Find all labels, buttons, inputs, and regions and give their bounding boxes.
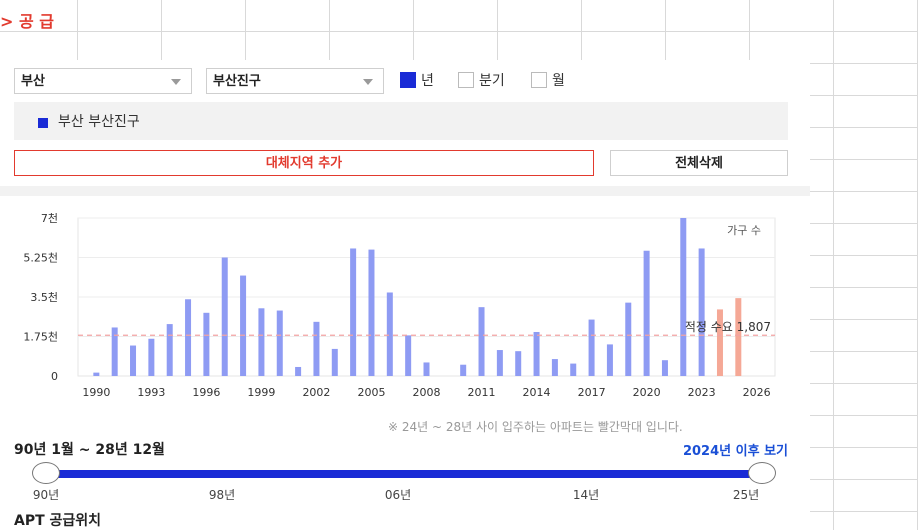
- chart-bar: [313, 321, 320, 376]
- chart-bar: [515, 351, 522, 376]
- after-2024-link[interactable]: 2024년 이후 보기: [683, 440, 788, 459]
- supply-bar-chart: 0 1.75천 3.5천 5.25천 7천 1990 1993 1996 1999 2002 200…: [23, 211, 776, 399]
- range-label: 90년 1월 ~ 28년 12월: [14, 442, 165, 458]
- chart-bar: [130, 345, 137, 376]
- chart-bar: [735, 298, 742, 376]
- chart-bar: [240, 275, 247, 376]
- chart-bar: [258, 308, 265, 376]
- x-tick-label: 2023: [688, 386, 716, 399]
- chart-bar: [185, 299, 192, 376]
- x-tick-label: 1990: [82, 386, 110, 399]
- x-tick-label: 1996: [192, 386, 220, 399]
- legend-label: 부산 부산진구: [58, 114, 140, 130]
- period-quarter-option[interactable]: 분기: [458, 72, 505, 90]
- region-select[interactable]: 부산: [14, 68, 192, 94]
- district-select-value: 부산진구: [213, 74, 261, 89]
- chevron-down-icon: [363, 79, 373, 85]
- x-tick-label: 1999: [247, 386, 275, 399]
- add-region-button[interactable]: 대체지역 추가: [14, 150, 594, 176]
- y-tick-label: 1.75천: [23, 330, 58, 344]
- legend-swatch: [38, 118, 48, 128]
- chart-bar: [276, 310, 283, 376]
- range-slider-track[interactable]: [46, 470, 762, 478]
- period-month-option[interactable]: 월: [531, 72, 565, 90]
- chart-bar: [698, 248, 705, 376]
- chart-bar: [606, 344, 613, 376]
- chart-bar: [478, 307, 485, 376]
- period-year-label: 년: [421, 73, 434, 89]
- chart-bar: [423, 362, 430, 376]
- period-month-label: 월: [552, 73, 565, 89]
- chart-bar: [496, 350, 503, 376]
- chart-bar: [386, 292, 393, 376]
- chart-bar: [93, 372, 100, 376]
- range-slider-start-handle[interactable]: [32, 462, 60, 484]
- chart-bar: [460, 364, 467, 376]
- chart-bar: [203, 312, 210, 376]
- unit-label: 가구 수: [727, 224, 761, 237]
- y-tick-label: 0: [51, 370, 58, 383]
- quarter-checkbox[interactable]: [458, 72, 474, 88]
- slider-tick-label: 06년: [384, 488, 412, 502]
- section-title: > 공 급: [0, 12, 54, 31]
- district-select[interactable]: 부산진구: [206, 68, 384, 94]
- reference-line-label: 적정 수요 1,807: [685, 320, 771, 334]
- slider-tick-label: 98년: [208, 488, 236, 502]
- region-select-value: 부산: [21, 74, 45, 89]
- chart-bar: [570, 363, 577, 376]
- x-tick-label: 2005: [357, 386, 385, 399]
- chart-bar: [148, 338, 155, 376]
- chart-bar: [221, 257, 228, 376]
- x-tick-label: 2014: [523, 386, 551, 399]
- slider-tick-label: 14년: [572, 488, 600, 502]
- period-year-option[interactable]: 년: [400, 72, 434, 90]
- x-tick-label: 2020: [633, 386, 661, 399]
- period-quarter-label: 분기: [479, 73, 505, 89]
- chevron-down-icon: [171, 79, 181, 85]
- y-tick-label: 3.5천: [30, 290, 58, 304]
- month-checkbox[interactable]: [531, 72, 547, 88]
- chart-bar: [643, 250, 650, 376]
- chart-bar: [661, 360, 668, 376]
- chart-bar: [625, 302, 632, 376]
- delete-all-button[interactable]: 전체삭제: [610, 150, 788, 176]
- y-tick-label: 7천: [41, 211, 58, 225]
- x-tick-label: 2011: [468, 386, 496, 399]
- chart-bar: [368, 249, 375, 376]
- x-tick-label: 2026: [743, 386, 771, 399]
- x-tick-label: 2017: [578, 386, 606, 399]
- chart-bar: [166, 324, 173, 376]
- chart-bar: [551, 359, 558, 376]
- x-tick-label: 2008: [413, 386, 441, 399]
- year-checkbox[interactable]: [400, 72, 416, 88]
- chart-bar: [405, 335, 412, 376]
- x-tick-label: 2002: [302, 386, 330, 399]
- chart-bar: [588, 319, 595, 376]
- range-slider-end-handle[interactable]: [748, 462, 776, 484]
- apt-supply-location-title: APT 공급위치: [14, 513, 102, 529]
- slider-tick-label: 90년: [32, 488, 60, 502]
- section-divider: [0, 186, 810, 196]
- legend-box: 부산 부산진구: [14, 102, 788, 140]
- chart-bar: [295, 366, 302, 376]
- chart-bar: [350, 248, 357, 376]
- y-tick-label: 5.25천: [23, 251, 58, 265]
- chart-bar: [533, 331, 540, 376]
- slider-tick-label: 25년: [732, 488, 760, 502]
- x-tick-label: 1993: [137, 386, 165, 399]
- chart-bar: [680, 218, 687, 376]
- supply-panel: 부산 부산진구 년 분기 월 부산 부산진구 대체지역 추가 전체삭제 0 1.7…: [0, 60, 810, 530]
- chart-bar: [331, 348, 338, 376]
- chart-note: ※ 24년 ~ 28년 사이 입주하는 아파트는 빨간막대 입니다.: [388, 420, 683, 434]
